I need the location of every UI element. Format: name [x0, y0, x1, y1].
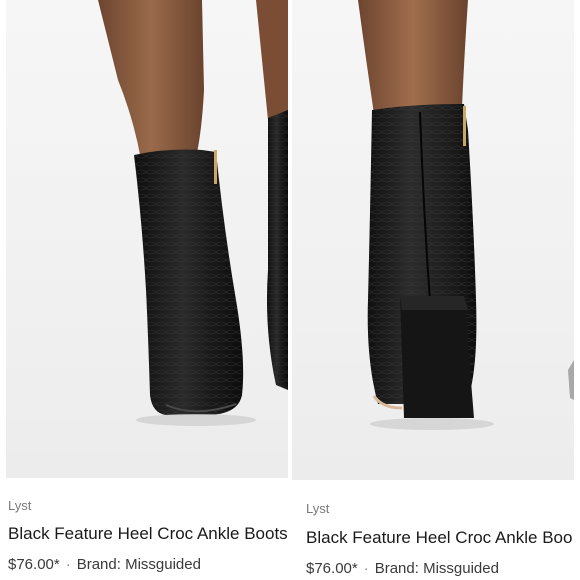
product-meta: $76.00* · Brand: Missguided: [306, 559, 580, 579]
store-name: Lyst: [306, 501, 330, 516]
product-card[interactable]: Lyst Black Feature Heel Croc Ankle Boots…: [0, 0, 290, 580]
product-title[interactable]: Black Feature Heel Croc Ankle Boots: [8, 523, 290, 545]
boot-back-photo-icon: [358, 0, 574, 430]
product-image[interactable]: [292, 0, 574, 480]
product-title[interactable]: Black Feature Heel Croc Ankle Boo: [306, 527, 580, 549]
product-info: Lyst Black Feature Heel Croc Ankle Boots…: [8, 497, 290, 575]
product-price: $76.00*: [306, 560, 358, 577]
boot-front-photo-icon: [98, 0, 288, 426]
product-grid: Lyst Black Feature Heel Croc Ankle Boots…: [0, 0, 580, 580]
product-info: Lyst Black Feature Heel Croc Ankle Boo $…: [306, 500, 580, 579]
product-meta: $76.00* · Brand: Missguided: [8, 555, 290, 575]
product-card[interactable]: Lyst Black Feature Heel Croc Ankle Boo $…: [292, 0, 580, 580]
meta-separator: ·: [65, 556, 71, 573]
product-image[interactable]: [6, 0, 288, 478]
meta-separator: ·: [363, 560, 369, 577]
store-name: Lyst: [8, 498, 32, 513]
product-brand: Brand: Missguided: [76, 556, 201, 573]
product-brand: Brand: Missguided: [374, 560, 499, 577]
product-price: $76.00*: [8, 556, 60, 573]
